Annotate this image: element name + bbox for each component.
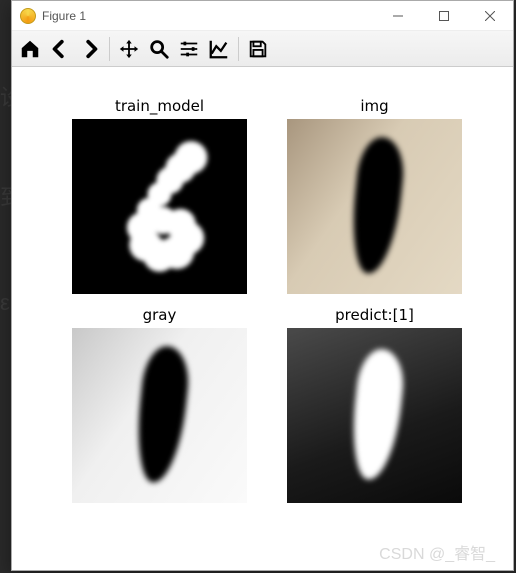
toolbar-separator <box>109 37 110 61</box>
floppy-icon <box>247 38 269 60</box>
home-button[interactable] <box>16 35 44 63</box>
matplotlib-toolbar <box>12 31 513 67</box>
titlebar[interactable]: Figure 1 <box>12 1 513 31</box>
subplot-title: predict:[1] <box>335 306 414 324</box>
subplot-image-gray <box>72 328 247 503</box>
subplot-grid: train_model img gray predict:[1] <box>72 97 462 503</box>
subplot-predict: predict:[1] <box>287 306 462 503</box>
subplot-train-model: train_model <box>72 97 247 294</box>
subplot-title: img <box>360 97 388 115</box>
configure-button[interactable] <box>175 35 203 63</box>
arrow-right-icon <box>79 38 101 60</box>
minimize-button[interactable] <box>375 1 421 31</box>
watermark-text: CSDN @_睿智_ <box>379 540 495 564</box>
toolbar-separator <box>238 37 239 61</box>
subplot-title: gray <box>143 306 177 324</box>
home-icon <box>19 38 41 60</box>
move-icon <box>118 38 140 60</box>
figure-canvas[interactable]: train_model img gray predict:[1] CSDN @_… <box>12 67 513 570</box>
magnify-icon <box>148 38 170 60</box>
app-icon <box>20 8 36 24</box>
maximize-button[interactable] <box>421 1 467 31</box>
close-button[interactable] <box>467 1 513 31</box>
pan-button[interactable] <box>115 35 143 63</box>
subplot-img: img <box>287 97 462 294</box>
subplot-image-train <box>72 119 247 294</box>
subplot-image-predict <box>287 328 462 503</box>
zoom-button[interactable] <box>145 35 173 63</box>
sliders-icon <box>178 38 200 60</box>
save-button[interactable] <box>244 35 272 63</box>
chart-line-icon <box>208 38 230 60</box>
subplot-image-color <box>287 119 462 294</box>
subplot-title: train_model <box>115 97 204 115</box>
back-button[interactable] <box>46 35 74 63</box>
subplot-gray: gray <box>72 306 247 503</box>
forward-button[interactable] <box>76 35 104 63</box>
window-title: Figure 1 <box>42 9 86 23</box>
arrow-left-icon <box>49 38 71 60</box>
figure-window: Figure 1 <box>11 0 514 571</box>
edit-axes-button[interactable] <box>205 35 233 63</box>
